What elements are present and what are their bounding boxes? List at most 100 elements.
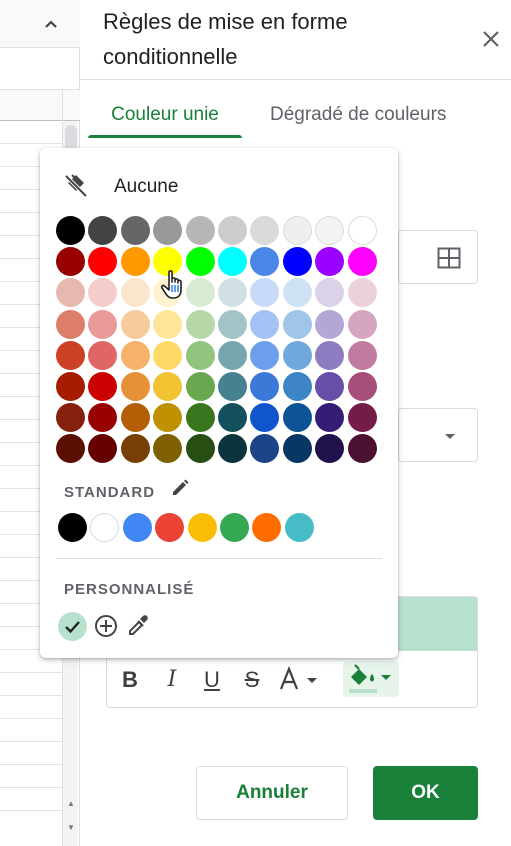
color-swatch[interactable]: [88, 278, 118, 308]
color-swatch[interactable]: [315, 372, 345, 401]
color-swatch[interactable]: [250, 372, 280, 401]
cancel-button[interactable]: Annuler: [196, 766, 348, 820]
italic-button[interactable]: I: [157, 665, 187, 695]
color-swatch[interactable]: [185, 247, 215, 277]
color-swatch[interactable]: [56, 247, 85, 277]
color-swatch[interactable]: [56, 372, 85, 401]
color-swatch[interactable]: [120, 247, 150, 277]
color-swatch[interactable]: [250, 434, 280, 464]
color-swatch[interactable]: [218, 340, 247, 370]
color-swatch[interactable]: [250, 403, 280, 433]
color-swatch[interactable]: [56, 278, 85, 308]
color-swatch[interactable]: [88, 403, 118, 433]
tab-solid-color[interactable]: Couleur unie: [88, 92, 242, 138]
color-swatch[interactable]: [185, 216, 215, 245]
color-swatch[interactable]: [120, 434, 150, 464]
color-swatch[interactable]: [315, 340, 345, 370]
color-swatch[interactable]: [88, 372, 118, 401]
color-swatch[interactable]: [185, 278, 215, 308]
color-swatch[interactable]: [347, 309, 377, 339]
strikethrough-button[interactable]: S: [237, 665, 267, 695]
color-swatch[interactable]: [153, 434, 183, 464]
color-swatch[interactable]: [218, 372, 247, 401]
color-swatch[interactable]: [185, 372, 215, 401]
color-swatch[interactable]: [185, 434, 215, 464]
color-swatch[interactable]: [282, 309, 312, 339]
select-range-icon[interactable]: [437, 247, 461, 269]
color-swatch[interactable]: [153, 309, 183, 339]
color-swatch[interactable]: [120, 216, 150, 245]
color-swatch[interactable]: [153, 340, 183, 370]
color-swatch[interactable]: [347, 216, 377, 245]
standard-color-swatch[interactable]: [58, 513, 87, 542]
color-swatch[interactable]: [315, 403, 345, 433]
color-swatch[interactable]: [88, 216, 118, 245]
color-swatch[interactable]: [153, 372, 183, 401]
color-swatch[interactable]: [282, 278, 312, 308]
color-swatch[interactable]: [120, 309, 150, 339]
color-swatch[interactable]: [347, 434, 377, 464]
condition-dropdown[interactable]: [398, 408, 478, 462]
custom-color-swatch-selected[interactable]: [58, 612, 87, 641]
color-swatch[interactable]: [88, 247, 118, 277]
color-swatch[interactable]: [120, 340, 150, 370]
color-swatch[interactable]: [218, 278, 247, 308]
text-color-button[interactable]: [275, 665, 325, 695]
color-swatch[interactable]: [282, 403, 312, 433]
scroll-up-arrow[interactable]: ▲: [63, 797, 79, 811]
edit-theme-pencil-icon[interactable]: [170, 478, 190, 498]
color-swatch[interactable]: [315, 216, 345, 245]
standard-color-swatch[interactable]: [220, 513, 249, 542]
underline-button[interactable]: U: [197, 665, 227, 695]
color-swatch[interactable]: [347, 278, 377, 308]
color-swatch[interactable]: [250, 278, 280, 308]
color-swatch[interactable]: [282, 247, 312, 277]
collapse-toolbar-button[interactable]: [36, 10, 66, 38]
standard-color-swatch[interactable]: [122, 513, 152, 542]
range-field[interactable]: [398, 230, 478, 284]
scroll-down-arrow[interactable]: ▼: [63, 821, 79, 835]
color-swatch[interactable]: [153, 403, 183, 433]
color-swatch[interactable]: [282, 216, 312, 245]
color-swatch[interactable]: [153, 216, 183, 245]
color-swatch[interactable]: [218, 309, 247, 339]
color-swatch[interactable]: [56, 403, 85, 433]
color-swatch[interactable]: [56, 216, 85, 245]
fill-color-button[interactable]: [343, 661, 399, 697]
close-button[interactable]: [476, 24, 506, 54]
color-swatch[interactable]: [56, 340, 85, 370]
standard-color-swatch[interactable]: [155, 513, 185, 542]
add-custom-color-icon[interactable]: [92, 612, 120, 640]
color-swatch[interactable]: [120, 403, 150, 433]
color-swatch[interactable]: [347, 340, 377, 370]
color-swatch[interactable]: [347, 372, 377, 401]
color-swatch[interactable]: [315, 278, 345, 308]
color-swatch[interactable]: [185, 340, 215, 370]
standard-color-swatch[interactable]: [252, 513, 282, 542]
color-swatch[interactable]: [315, 434, 345, 464]
color-swatch[interactable]: [185, 403, 215, 433]
color-swatch[interactable]: [88, 309, 118, 339]
color-swatch[interactable]: [250, 309, 280, 339]
color-swatch[interactable]: [88, 340, 118, 370]
color-swatch[interactable]: [282, 372, 312, 401]
color-swatch[interactable]: [218, 434, 247, 464]
color-swatch[interactable]: [56, 434, 85, 464]
color-swatch[interactable]: [120, 372, 150, 401]
color-swatch[interactable]: [282, 340, 312, 370]
standard-color-swatch[interactable]: [187, 513, 217, 542]
bold-button[interactable]: B: [115, 665, 145, 695]
standard-color-swatch[interactable]: [284, 513, 314, 542]
tab-color-scale[interactable]: Dégradé de couleurs: [270, 92, 490, 138]
no-color-option[interactable]: Aucune: [56, 170, 376, 204]
color-swatch[interactable]: [347, 403, 377, 433]
color-swatch[interactable]: [282, 434, 312, 464]
color-swatch[interactable]: [120, 278, 150, 308]
color-swatch[interactable]: [250, 247, 280, 277]
color-swatch[interactable]: [218, 247, 247, 277]
color-swatch[interactable]: [315, 247, 345, 277]
color-swatch[interactable]: [250, 340, 280, 370]
color-swatch[interactable]: [315, 309, 345, 339]
color-swatch[interactable]: [347, 247, 377, 277]
color-swatch[interactable]: [185, 309, 215, 339]
